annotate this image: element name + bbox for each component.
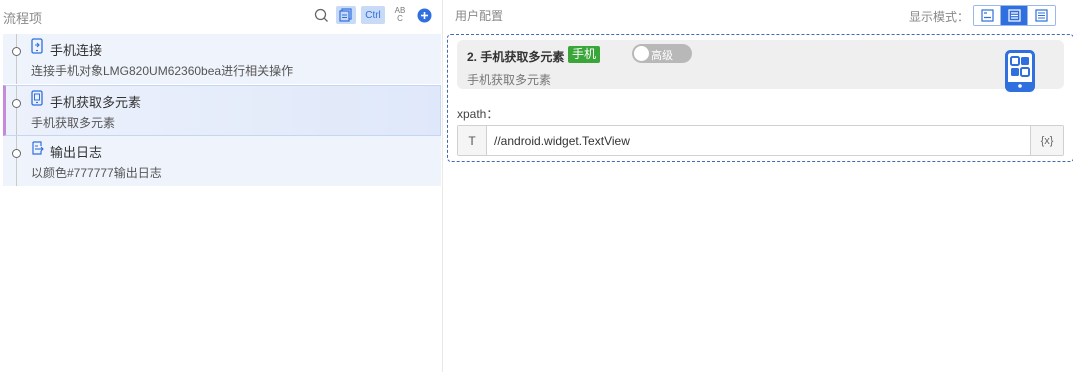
text-type-selector[interactable]: T [458, 126, 487, 155]
flow-node-dot [12, 47, 21, 56]
xpath-field: T //android.widget.TextView {x} [457, 125, 1064, 156]
flow-item-desc: 手机获取多元素 [31, 116, 116, 130]
display-mode-label: 显示模式： [909, 10, 970, 24]
flow-panel-title: 流程项 [3, 11, 43, 26]
insert-variable-button[interactable]: {x} [1030, 126, 1063, 155]
step-category-tag: 手机 [568, 46, 601, 63]
flow-item-desc: 连接手机对象LMG820UM62360bea进行相关操作 [31, 64, 294, 78]
mode-card-button[interactable] [1001, 6, 1028, 25]
mode-compact-icon [980, 9, 994, 22]
add-button[interactable] [415, 6, 433, 24]
step-config-card: 2. 手机获取多元素 手机 高级 手机获取多元素 xpath： T //andr… [447, 34, 1073, 162]
flow-rail [16, 136, 17, 186]
flow-item-output-log[interactable]: 输出日志 以颜色#777777输出日志 [3, 136, 441, 187]
c-label: C [397, 14, 403, 23]
xpath-label: xpath： [457, 107, 499, 121]
mode-list-icon [1035, 9, 1048, 22]
flow-node-dot [12, 99, 21, 108]
step-subtitle: 手机获取多元素 [467, 73, 552, 87]
flow-item-phone-get-elements[interactable]: 手机获取多元素 手机获取多元素 [3, 85, 441, 136]
advanced-toggle[interactable]: 高级 [632, 44, 692, 63]
xpath-input[interactable]: //android.widget.TextView [494, 134, 630, 148]
config-panel-title: 用户配置 [455, 9, 504, 23]
flow-list: 手机连接 连接手机对象LMG820UM62360bea进行相关操作 手机获取多元… [3, 34, 441, 187]
mode-compact-button[interactable] [974, 6, 1001, 25]
toggle-knob [634, 46, 649, 61]
display-mode-switch [973, 5, 1056, 26]
flow-rail [16, 34, 17, 84]
advanced-toggle-label: 高级 [651, 50, 673, 62]
flow-item-name: 手机获取多元素 [50, 95, 142, 110]
flow-item-desc: 以颜色#777777输出日志 [31, 166, 162, 180]
search-icon [314, 8, 328, 22]
flow-item-name: 手机连接 [50, 43, 103, 58]
flow-panel: 流程项 Ctrl AB C 手机连接 连接手机对象LMG820UM62360be… [0, 0, 443, 372]
phone-link-icon [31, 38, 43, 54]
flow-item-phone-connect[interactable]: 手机连接 连接手机对象LMG820UM62360bea进行相关操作 [3, 34, 441, 85]
search-button[interactable] [311, 6, 331, 24]
flow-item-name: 输出日志 [50, 145, 103, 160]
flow-rail [16, 86, 17, 135]
flow-toolbar: Ctrl AB C [311, 6, 433, 24]
phone-apps-icon [1005, 50, 1035, 92]
log-output-icon [32, 141, 44, 155]
mode-list-button[interactable] [1028, 6, 1055, 25]
ctrl-toggle-button[interactable]: Ctrl [361, 6, 385, 24]
step-header: 2. 手机获取多元素 手机 高级 手机获取多元素 [457, 40, 1064, 92]
app-root: 流程项 Ctrl AB C 手机连接 连接手机对象LMG820UM62360be… [0, 0, 1073, 372]
copy-button[interactable] [336, 6, 356, 24]
copy-icon [339, 8, 352, 22]
flow-node-dot [12, 149, 21, 158]
flow-panel-header: 流程项 Ctrl AB C [0, 0, 443, 30]
case-toggle-button[interactable]: AB C [390, 6, 410, 24]
plus-circle-icon [417, 8, 431, 22]
phone-elements-icon [31, 90, 43, 106]
step-title: 2. 手机获取多元素 [467, 50, 565, 64]
mode-card-icon [1007, 9, 1021, 22]
